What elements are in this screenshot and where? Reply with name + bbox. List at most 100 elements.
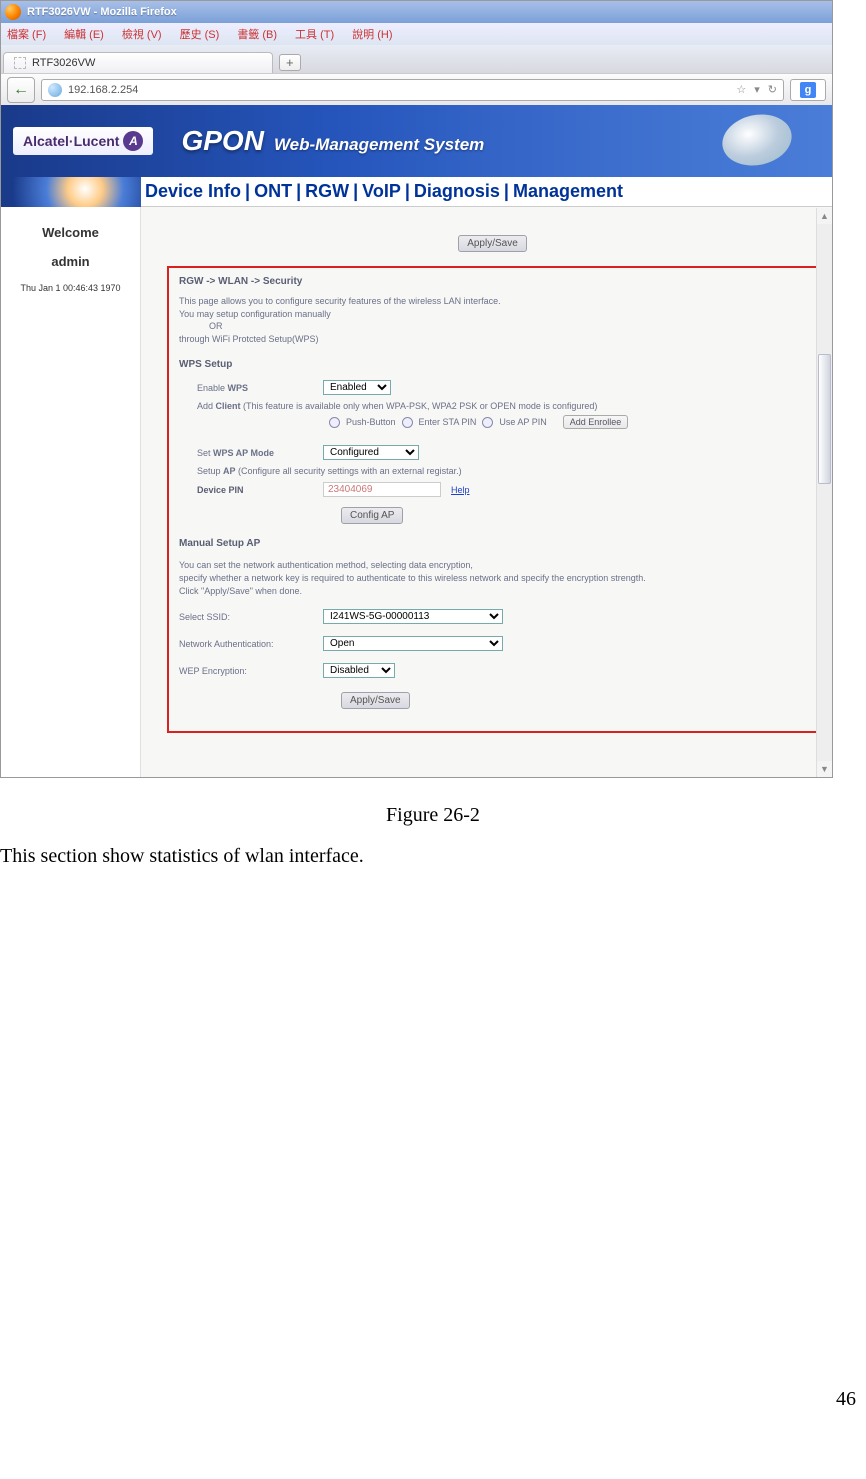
google-icon: g xyxy=(800,82,816,98)
add-enrollee-button[interactable]: Add Enrollee xyxy=(563,415,629,429)
nav-links: Device Info | ONT | RGW | VoIP | Diagnos… xyxy=(141,177,832,207)
config-ap-button[interactable]: Config AP xyxy=(341,507,403,524)
manual-desc-line: Click "Apply/Save" when done. xyxy=(179,585,806,598)
wep-row: WEP Encryption: Disabled xyxy=(179,663,806,678)
wps-ap-mode-select[interactable]: Configured xyxy=(323,445,419,460)
radio-sta-pin[interactable] xyxy=(402,417,413,428)
nav-ont[interactable]: ONT xyxy=(254,181,292,202)
breadcrumb: RGW -> WLAN -> Security xyxy=(179,276,806,287)
menu-file[interactable]: 檔案 (F) xyxy=(7,26,46,42)
scroll-thumb[interactable] xyxy=(818,354,831,484)
menu-help[interactable]: 說明 (H) xyxy=(352,26,392,42)
url-text: 192.168.2.254 xyxy=(68,84,138,96)
wep-label: WEP Encryption: xyxy=(179,666,323,676)
scrollbar[interactable]: ▲ ▼ xyxy=(816,208,832,777)
alu-badge-icon: A xyxy=(123,131,143,151)
ssid-select[interactable]: I241WS-5G-00000113 xyxy=(323,609,503,624)
intro-line: OR xyxy=(179,320,806,333)
radio-push-label: Push-Button xyxy=(346,417,396,427)
orb-graphic xyxy=(718,108,797,171)
window-title: RTF3026VW - Mozilla Firefox xyxy=(27,6,177,18)
setup-ap-note: Setup AP (Configure all security setting… xyxy=(179,466,806,476)
device-pin-row: Device PIN Help xyxy=(179,482,806,497)
netauth-row: Network Authentication: Open xyxy=(179,636,806,651)
browser-tabbar: RTF3026VW + xyxy=(1,45,832,73)
url-bar[interactable]: 192.168.2.254 ☆ ▾ ↻ xyxy=(41,79,784,101)
nav-sep: | xyxy=(245,181,250,202)
device-pin-label: Device PIN xyxy=(179,485,323,495)
help-link[interactable]: Help xyxy=(451,485,470,495)
nav-device-info[interactable]: Device Info xyxy=(145,181,241,202)
gpon-banner: Alcatel·Lucent A GPON Web-Management Sys… xyxy=(1,105,832,177)
bottom-apply-row: Apply/Save xyxy=(179,692,806,709)
scroll-track[interactable] xyxy=(817,224,832,761)
nav-sep: | xyxy=(296,181,301,202)
alcatel-lucent-logo: Alcatel·Lucent A xyxy=(13,127,153,155)
browser-tab[interactable]: RTF3026VW xyxy=(3,52,273,73)
radio-ap-label: Use AP PIN xyxy=(499,417,546,427)
manual-desc-line: You can set the network authentication m… xyxy=(179,559,806,572)
wps-ap-mode-label: Set WPS AP Mode xyxy=(179,448,323,458)
content-row: Welcome admin Thu Jan 1 00:46:43 1970 Ap… xyxy=(1,207,832,777)
enable-wps-row: Enable WPS Enabled xyxy=(179,380,806,395)
tab-favicon xyxy=(14,57,26,69)
manual-desc: You can set the network authentication m… xyxy=(179,559,806,597)
ssid-label: Select SSID: xyxy=(179,612,323,622)
nav-sep: | xyxy=(504,181,509,202)
netauth-label: Network Authentication: xyxy=(179,639,323,649)
nav-voip[interactable]: VoIP xyxy=(362,181,401,202)
main-panel: Apply/Save RGW -> WLAN -> Security This … xyxy=(141,207,832,777)
alu-text: Alcatel·Lucent xyxy=(23,133,119,149)
new-tab-button[interactable]: + xyxy=(279,54,301,71)
menu-bookmarks[interactable]: 書籤 (B) xyxy=(237,26,277,42)
nav-sep: | xyxy=(405,181,410,202)
device-pin-input[interactable] xyxy=(323,482,441,497)
apply-save-button-bottom[interactable]: Apply/Save xyxy=(341,692,410,709)
dropdown-caret-icon[interactable]: ▾ xyxy=(754,83,760,96)
gpon-subtitle: Web-Management System xyxy=(274,135,484,155)
refresh-icon[interactable]: ↻ xyxy=(768,83,777,96)
radio-sta-label: Enter STA PIN xyxy=(419,417,477,427)
enable-wps-select[interactable]: Enabled xyxy=(323,380,391,395)
menu-history[interactable]: 歷史 (S) xyxy=(180,26,220,42)
browser-menubar: 檔案 (F) 編輯 (E) 檢視 (V) 歷史 (S) 書籤 (B) 工具 (T… xyxy=(1,23,832,45)
main-nav: Device Info | ONT | RGW | VoIP | Diagnos… xyxy=(1,177,832,207)
screenshot: RTF3026VW - Mozilla Firefox 檔案 (F) 編輯 (E… xyxy=(0,0,833,778)
netauth-select[interactable]: Open xyxy=(323,636,503,651)
ssid-row: Select SSID: I241WS-5G-00000113 xyxy=(179,609,806,624)
sidebar: Welcome admin Thu Jan 1 00:46:43 1970 xyxy=(1,207,141,777)
wps-method-row: Push-Button Enter STA PIN Use AP PIN Add… xyxy=(179,415,806,429)
nav-diagnosis[interactable]: Diagnosis xyxy=(414,181,500,202)
gpon-label: GPON xyxy=(181,125,263,157)
nav-rgw[interactable]: RGW xyxy=(305,181,349,202)
welcome-label: Welcome xyxy=(7,225,134,240)
search-box[interactable]: g xyxy=(790,79,826,101)
radio-ap-pin[interactable] xyxy=(482,417,493,428)
enable-wps-label: Enable WPS xyxy=(179,383,323,393)
url-actions: ☆ ▾ ↻ xyxy=(736,83,777,96)
nav-sep: | xyxy=(353,181,358,202)
menu-tools[interactable]: 工具 (T) xyxy=(295,26,334,42)
banner-titles: GPON Web-Management System xyxy=(181,125,484,157)
radio-push-button[interactable] xyxy=(329,417,340,428)
window-titlebar: RTF3026VW - Mozilla Firefox xyxy=(1,1,832,23)
menu-edit[interactable]: 編輯 (E) xyxy=(64,26,104,42)
intro-line: You may setup configuration manually xyxy=(179,308,806,321)
scroll-down-icon[interactable]: ▼ xyxy=(817,761,832,777)
back-button[interactable]: ← xyxy=(7,77,35,103)
body-text: This section show statistics of wlan int… xyxy=(0,845,866,868)
scroll-up-icon[interactable]: ▲ xyxy=(817,208,832,224)
wep-select[interactable]: Disabled xyxy=(323,663,395,678)
page-number: 46 xyxy=(0,1388,866,1411)
date-label: Thu Jan 1 00:46:43 1970 xyxy=(7,283,134,293)
apply-save-button-top[interactable]: Apply/Save xyxy=(458,235,527,252)
add-client-note: Add Client Add Client (This feature is a… xyxy=(179,401,806,411)
top-apply-row: Apply/Save xyxy=(167,235,818,252)
swirl-graphic xyxy=(1,177,141,207)
star-icon[interactable]: ☆ xyxy=(736,83,746,96)
highlighted-section: RGW -> WLAN -> Security This page allows… xyxy=(167,266,818,733)
menu-view[interactable]: 檢視 (V) xyxy=(122,26,162,42)
nav-management[interactable]: Management xyxy=(513,181,623,202)
intro-line: through WiFi Protcted Setup(WPS) xyxy=(179,333,806,346)
firefox-icon xyxy=(5,4,21,20)
